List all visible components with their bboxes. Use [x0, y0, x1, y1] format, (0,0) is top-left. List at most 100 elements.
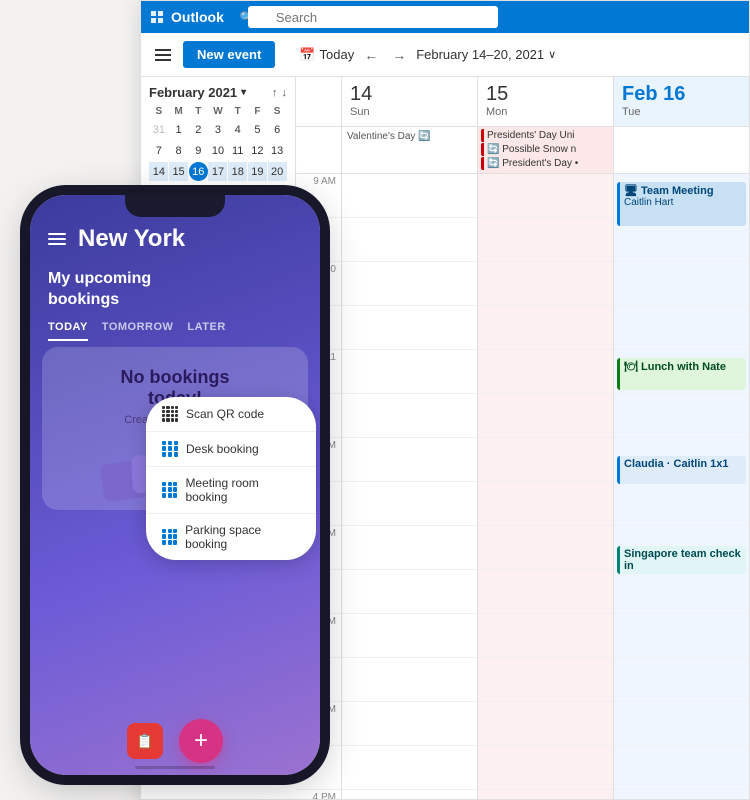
allday-col-mon: Presidents' Day Uni 🔄 Possible Snow n 🔄 …: [477, 127, 613, 173]
day-col-sun[interactable]: [341, 174, 477, 799]
parking-label: Parking space booking: [185, 523, 300, 551]
time-slot-4pm: 4 PM: [296, 790, 341, 799]
mini-cal-month: February 2021 ▾: [149, 85, 246, 100]
qr-code-icon: [162, 406, 178, 422]
hamburger-menu-icon[interactable]: [48, 233, 66, 245]
outlook-app-icon: [151, 11, 163, 23]
day-header-tue: Feb 16 Tue: [613, 77, 749, 126]
hamburger-button[interactable]: [151, 45, 175, 65]
month-chevron-icon: ▾: [241, 87, 246, 98]
today-button[interactable]: 📅 Today: [299, 47, 354, 63]
day-header-sun: 14 Sun: [341, 77, 477, 126]
allday-col-sun: Valentine's Day 🔄: [341, 127, 477, 173]
phone-bottom-bar: 📋 +: [30, 719, 320, 763]
popup-item-desk-booking[interactable]: Desk booking: [146, 432, 316, 467]
day-headers: S M T W T F S: [149, 106, 287, 117]
new-event-button[interactable]: New event: [183, 41, 275, 68]
meeting-room-label: Meeting room booking: [185, 476, 300, 504]
search-input[interactable]: [248, 6, 498, 28]
day-cell[interactable]: 11: [228, 141, 247, 160]
phone-content-card: No bookingstoday! Create a new one bycli…: [42, 347, 308, 510]
cal-day-headers: 14 Sun 15 Mon Feb 16 Tue: [296, 77, 749, 127]
outlook-titlebar: Outlook 🔍: [141, 1, 749, 33]
scan-qr-label: Scan QR code: [186, 407, 264, 421]
mini-cal-header: February 2021 ▾ ↑ ↓: [149, 85, 287, 100]
phone-container: New York My upcomingbookings Today Tomor…: [30, 195, 320, 775]
phone-tabs: Today Tomorrow Later: [30, 315, 320, 341]
meeting-room-icon: [162, 482, 177, 498]
day-cell[interactable]: 20: [268, 162, 287, 181]
allday-col-tue: [613, 127, 749, 173]
allday-event-presidents-day: Presidents' Day Uni: [481, 129, 610, 142]
add-icon: +: [194, 727, 208, 755]
bookings-title: My upcomingbookings: [30, 263, 320, 315]
cal-time-grid: 9 AM 10 11 12 PM 1 PM 2 PM 3 PM 4 PM: [296, 174, 749, 799]
desk-booking-icon: [162, 441, 178, 457]
calendar-days: 31 1 2 3 4 5 6 7 8 9 10 11 12 13 14 15 1…: [149, 119, 287, 203]
day-cell[interactable]: 12: [248, 141, 267, 160]
day-col-mon[interactable]: [477, 174, 613, 799]
day-header-mon: 15 Mon: [477, 77, 613, 126]
popup-item-parking[interactable]: Parking space booking: [146, 514, 316, 560]
day-cell[interactable]: 31: [149, 120, 168, 139]
mini-cal-grid: S M T W T F S 31 1 2 3 4 5 6 7 8 9: [149, 106, 287, 203]
date-range-chevron: ∨: [548, 48, 556, 61]
desk-booking-label: Desk booking: [186, 442, 259, 456]
day-cell[interactable]: 2: [189, 120, 208, 139]
day-cell[interactable]: 4: [228, 120, 247, 139]
day-cell[interactable]: 15: [169, 162, 188, 181]
phone-screen: New York My upcomingbookings Today Tomor…: [30, 195, 320, 775]
outlook-app-title: Outlook: [171, 9, 224, 25]
day-cell[interactable]: 7: [149, 141, 168, 160]
parking-icon: [162, 529, 177, 545]
popup-item-scan-qr[interactable]: Scan QR code: [146, 397, 316, 432]
mini-cal-next[interactable]: ↓: [282, 87, 288, 99]
popup-item-meeting-room[interactable]: Meeting room booking: [146, 467, 316, 514]
next-week-button[interactable]: →: [388, 45, 410, 65]
day-cell[interactable]: 5: [248, 120, 267, 139]
home-indicator: [135, 766, 215, 769]
day-cell[interactable]: 18: [228, 162, 247, 181]
event-claudia-caitlin[interactable]: Claudia · Caitlin 1x1: [617, 456, 746, 484]
event-lunch-nate[interactable]: 🍽 Lunch with Nate: [617, 358, 746, 390]
tab-later[interactable]: Later: [187, 315, 225, 341]
tab-tomorrow[interactable]: Tomorrow: [102, 315, 174, 341]
event-singapore[interactable]: Singapore team check in: [617, 546, 746, 574]
fab-add-button[interactable]: +: [179, 719, 223, 763]
phone-shell: New York My upcomingbookings Today Tomor…: [30, 195, 320, 775]
outlook-cal-main: 14 Sun 15 Mon Feb 16 Tue Valentine's Day…: [296, 77, 749, 799]
cal-allday-row: Valentine's Day 🔄 Presidents' Day Uni 🔄 …: [296, 127, 749, 174]
badge-icon: 📋: [136, 733, 153, 750]
phone-popup-menu: Scan QR code Desk booking: [146, 397, 316, 560]
calendar-icon: 📅: [299, 47, 315, 63]
day-cell[interactable]: 19: [248, 162, 267, 181]
allday-gutter: [296, 127, 341, 173]
day-cell[interactable]: 10: [208, 141, 227, 160]
mini-cal-arrows: ↑ ↓: [272, 87, 287, 99]
day-cell[interactable]: 1: [169, 120, 188, 139]
search-wrapper: 🔍: [232, 6, 498, 28]
outlook-sidebar: February 2021 ▾ ↑ ↓ S M T W T F S 31 1: [141, 77, 296, 211]
allday-event-presidents-day2: 🔄 President's Day •: [481, 157, 610, 170]
day-cell[interactable]: 9: [189, 141, 208, 160]
day-cell[interactable]: 13: [268, 141, 287, 160]
tab-today[interactable]: Today: [48, 315, 88, 341]
today-cell[interactable]: 16: [189, 162, 208, 181]
toolbar-nav: 📅 Today ← → February 14–20, 2021 ∨: [299, 45, 556, 65]
day-cell[interactable]: 6: [268, 120, 287, 139]
date-range-label: February 14–20, 2021 ∨: [416, 47, 556, 62]
mini-cal-prev[interactable]: ↑: [272, 87, 278, 99]
prev-week-button[interactable]: ←: [360, 45, 382, 65]
phone-notch: [125, 195, 225, 217]
day-col-tue[interactable]: 🖥 Team Meeting Caitlin Hart 🍽 Lunch with…: [613, 174, 749, 799]
day-cell[interactable]: 17: [208, 162, 227, 181]
outlook-toolbar: New event 📅 Today ← → February 14–20, 20…: [141, 33, 749, 77]
city-label: New York: [78, 225, 185, 253]
day-cell[interactable]: 3: [208, 120, 227, 139]
notification-badge[interactable]: 📋: [127, 723, 163, 759]
event-team-meeting[interactable]: 🖥 Team Meeting Caitlin Hart: [617, 182, 746, 226]
day-cell[interactable]: 14: [149, 162, 168, 181]
allday-event-snow: 🔄 Possible Snow n: [481, 143, 610, 156]
allday-event-valentines: Valentine's Day 🔄: [345, 129, 474, 144]
day-cell[interactable]: 8: [169, 141, 188, 160]
